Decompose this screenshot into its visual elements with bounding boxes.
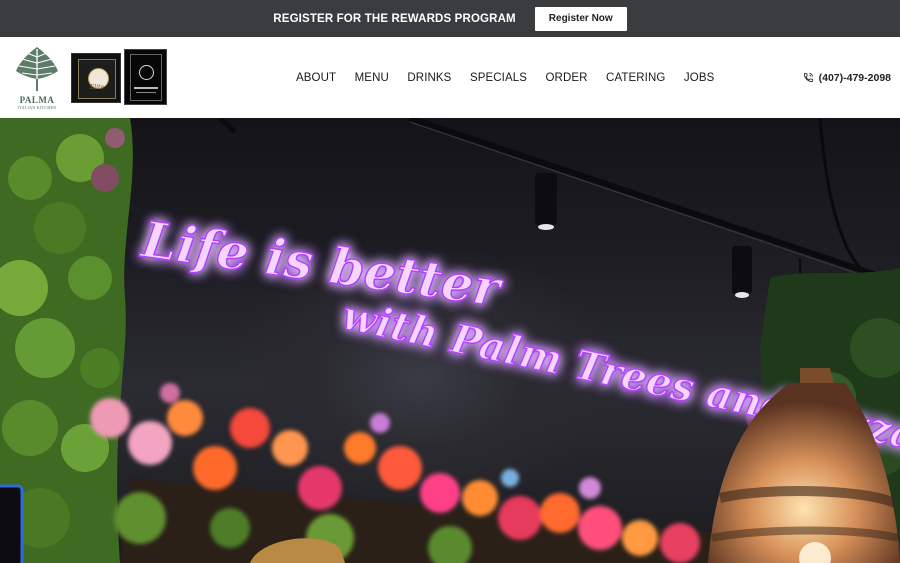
nav-menu[interactable]: MENU — [355, 72, 389, 84]
phone-number: (407)-479-2098 — [818, 71, 891, 84]
site-header: PALMA ITALIAN KITCHEN Elite ABOUT MENU D… — [0, 37, 900, 118]
brand-name: PALMA — [19, 95, 55, 105]
elite-award-badge: Elite — [71, 53, 121, 103]
nav-about[interactable]: ABOUT — [296, 72, 336, 84]
hero-image: Life is better with Palm Trees and Pizza — [0, 118, 900, 563]
phone-icon — [803, 72, 813, 83]
brand-tagline: ITALIAN KITCHEN — [17, 105, 57, 110]
nav-drinks[interactable]: DRINKS — [407, 72, 451, 84]
hero-scene: Life is better with Palm Trees and Pizza — [0, 118, 900, 563]
award-text: Elite — [89, 84, 105, 91]
rewards-promo-bar: REGISTER FOR THE REWARDS PROGRAM Registe… — [0, 0, 900, 37]
main-nav: ABOUT MENU DRINKS SPECIALS ORDER CATERIN… — [296, 37, 714, 118]
palm-leaf-icon — [16, 47, 58, 91]
excellence-award-badge — [124, 49, 167, 105]
nav-jobs[interactable]: JOBS — [684, 72, 714, 84]
register-now-button[interactable]: Register Now — [534, 6, 627, 31]
track-light — [732, 246, 752, 298]
medal-icon — [139, 65, 154, 80]
promo-text: REGISTER FOR THE REWARDS PROGRAM — [273, 12, 516, 25]
nav-specials[interactable]: SPECIALS — [470, 72, 527, 84]
palma-logo[interactable]: PALMA ITALIAN KITCHEN — [12, 45, 62, 111]
track-light — [535, 173, 557, 230]
nav-catering[interactable]: CATERING — [606, 72, 665, 84]
phone-link[interactable]: (407)-479-2098 — [803, 37, 891, 118]
neon-line-1: Life is better — [136, 209, 507, 318]
nav-order[interactable]: ORDER — [546, 72, 588, 84]
